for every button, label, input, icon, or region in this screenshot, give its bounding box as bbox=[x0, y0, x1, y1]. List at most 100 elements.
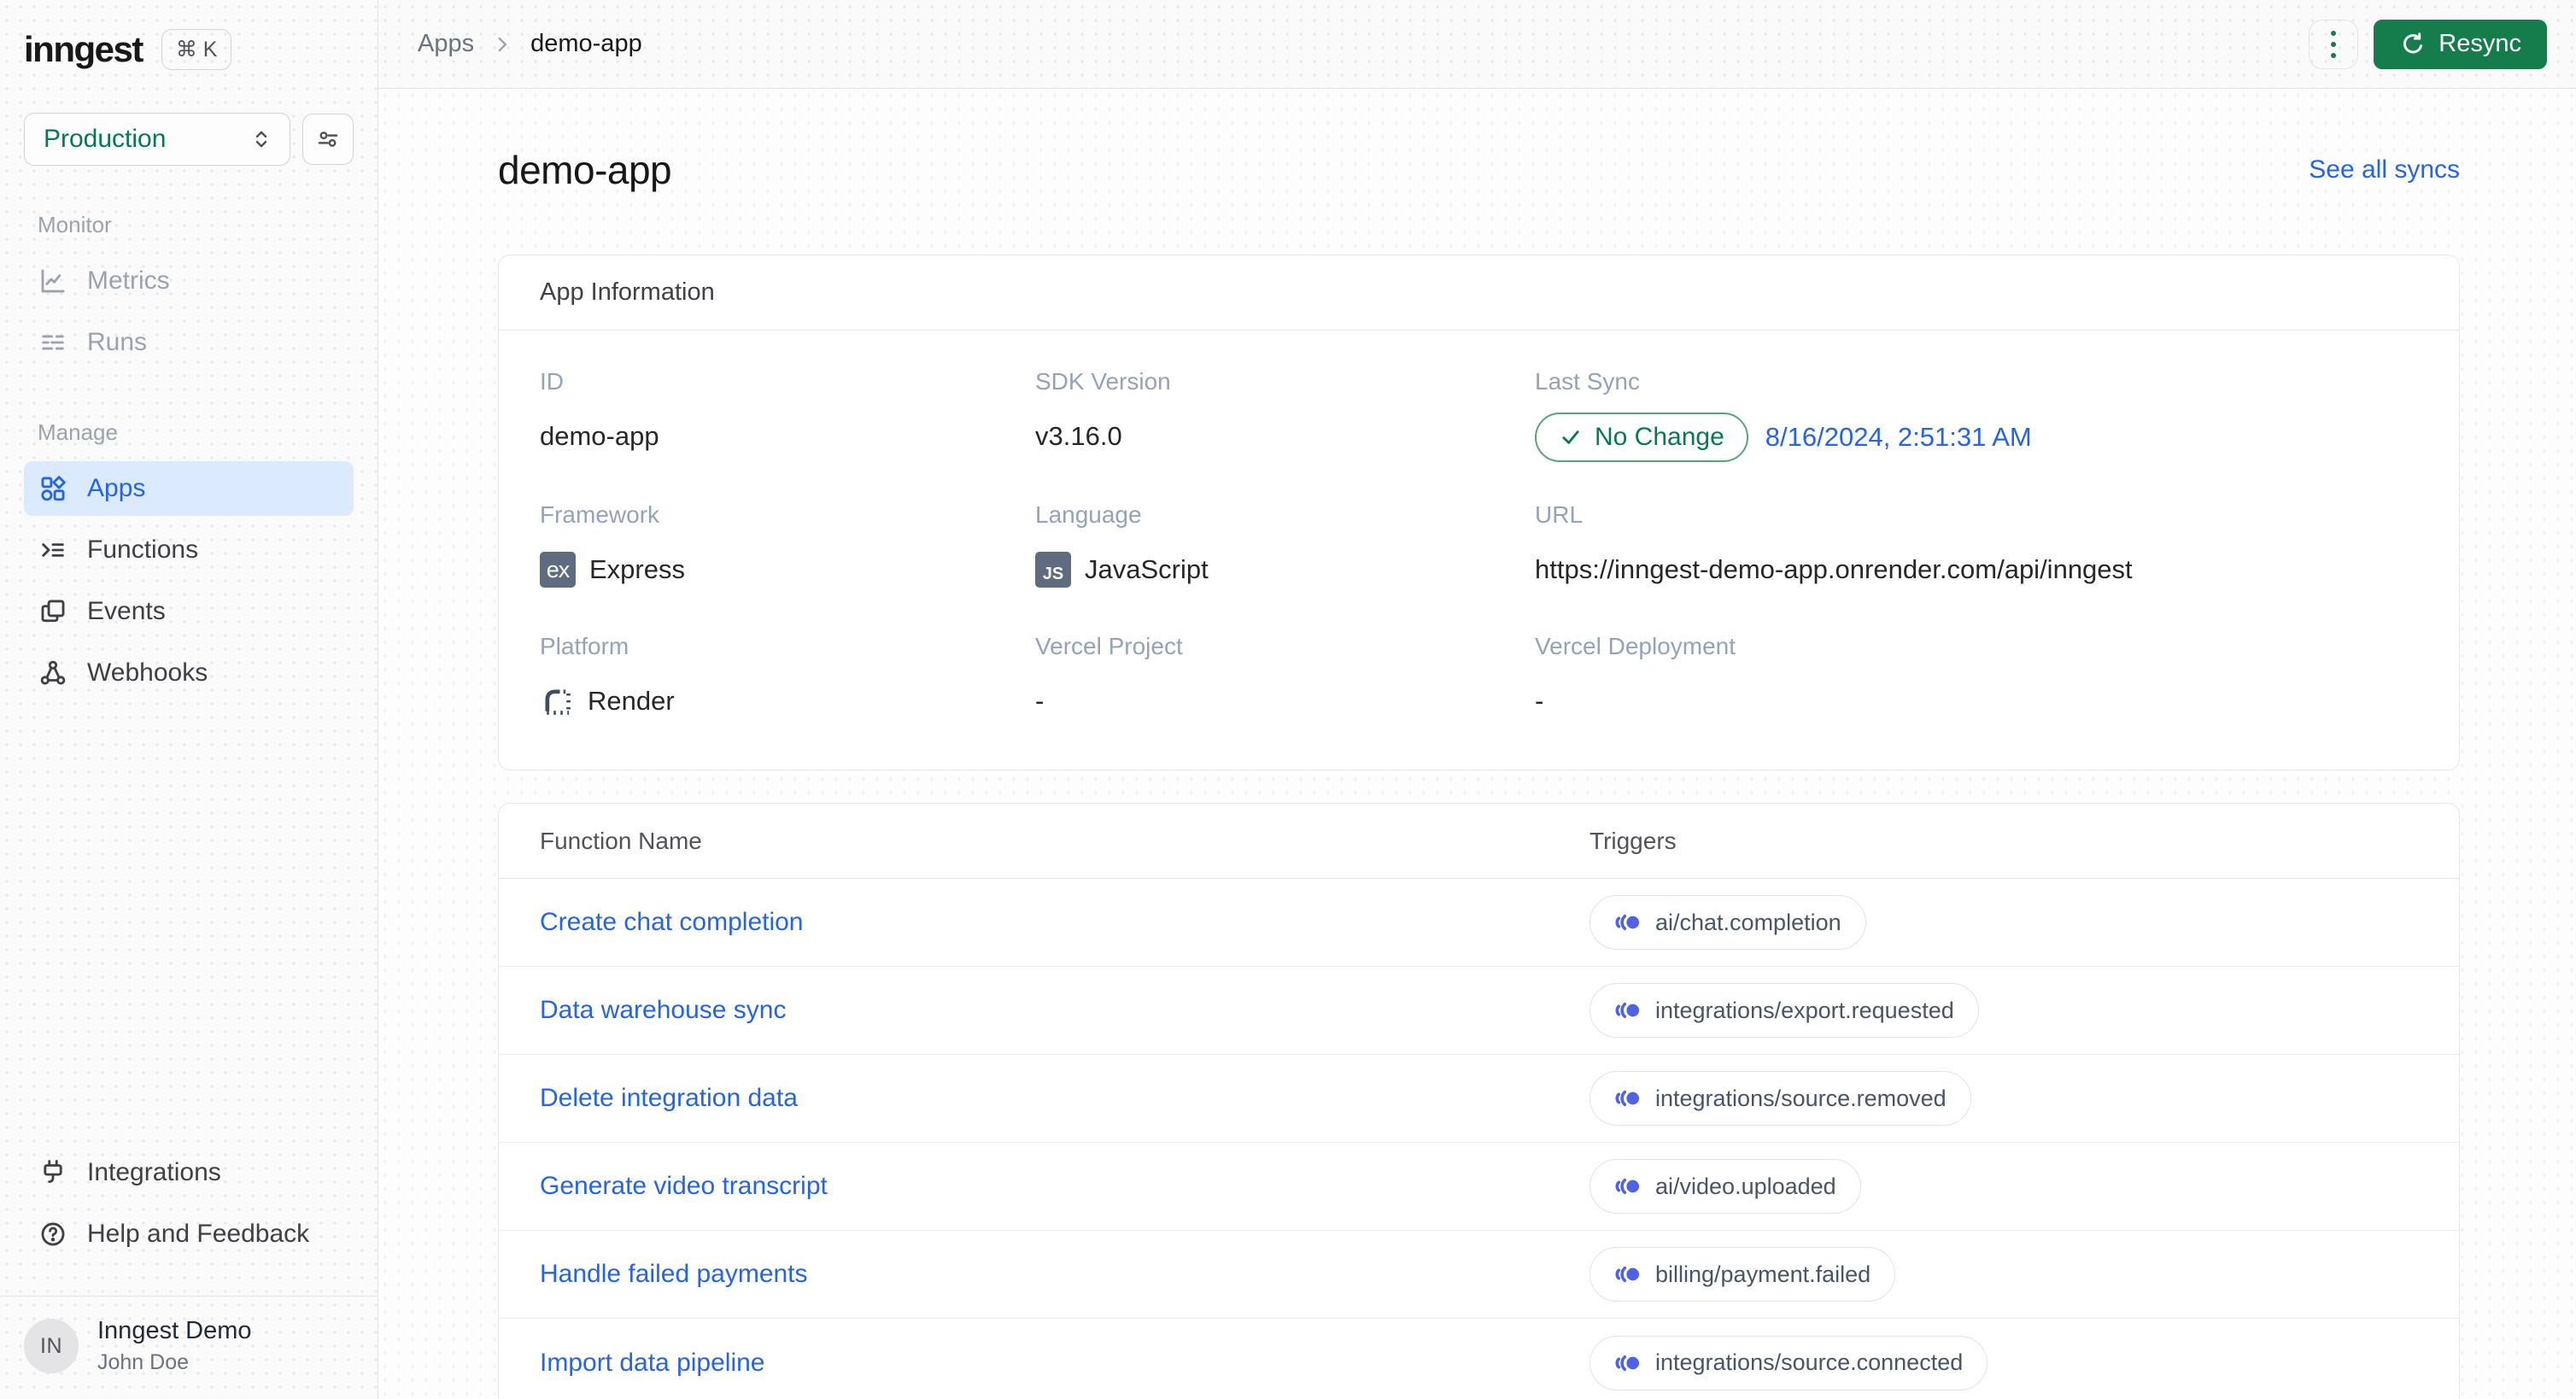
sidebar-item-webhooks[interactable]: Webhooks bbox=[24, 646, 354, 700]
sidebar-item-functions[interactable]: Functions bbox=[24, 523, 354, 577]
sidebar-item-metrics[interactable]: Metrics bbox=[24, 254, 354, 308]
function-name-link[interactable]: Data warehouse sync bbox=[540, 996, 1590, 1025]
inngest-logo[interactable]: inngest bbox=[24, 29, 143, 70]
event-trigger-icon bbox=[1614, 998, 1642, 1022]
apps-grid-icon bbox=[38, 473, 68, 504]
resync-label: Resync bbox=[2438, 30, 2521, 57]
table-row: Handle failed payments billing/payment.f… bbox=[499, 1231, 2459, 1319]
field-sdk-version: SDK Version v3.16.0 bbox=[1035, 368, 1535, 462]
environment-label: Production bbox=[44, 125, 167, 153]
trigger-name: integrations/export.requested bbox=[1655, 997, 1954, 1023]
event-trigger-icon bbox=[1614, 1351, 1642, 1375]
table-row: Data warehouse sync integrations/export.… bbox=[499, 967, 2459, 1055]
trigger-name: ai/video.uploaded bbox=[1655, 1173, 1836, 1199]
field-platform-label: Platform bbox=[540, 633, 629, 659]
field-vercel-project: Vercel Project - bbox=[1035, 633, 1535, 725]
sidebar-top: inngest ⌘ K Production bbox=[0, 0, 378, 166]
page-title: demo-app bbox=[498, 148, 672, 192]
avatar-initials: IN bbox=[40, 1333, 62, 1358]
field-framework-value: Express bbox=[589, 554, 685, 584]
field-sdk-label: SDK Version bbox=[1035, 368, 1171, 395]
sidebar-item-integrations[interactable]: Integrations bbox=[24, 1145, 354, 1200]
field-vercel-deployment-value: - bbox=[1535, 686, 1544, 716]
sidebar: inngest ⌘ K Production Monitor Metrics R… bbox=[0, 0, 378, 1399]
sidebar-item-help[interactable]: Help and Feedback bbox=[24, 1207, 354, 1261]
app-information-card: App Information ID demo-app SDK Version … bbox=[498, 255, 2460, 770]
runs-list-icon bbox=[38, 327, 68, 358]
event-trigger-icon bbox=[1614, 1086, 1642, 1110]
field-id-value: demo-app bbox=[540, 421, 659, 451]
field-url-value: https://inngest-demo-app.onrender.com/ap… bbox=[1535, 554, 2133, 584]
sidebar-item-events[interactable]: Events bbox=[24, 584, 354, 639]
user-name: John Doe bbox=[97, 1350, 190, 1374]
breadcrumb-current: demo-app bbox=[530, 30, 642, 57]
environment-selector[interactable]: Production bbox=[24, 113, 290, 166]
function-name-link[interactable]: Import data pipeline bbox=[540, 1349, 1590, 1378]
javascript-badge-icon: JS bbox=[1035, 552, 1071, 588]
field-platform-value: Render bbox=[588, 686, 675, 716]
field-framework: Framework ex Express bbox=[540, 501, 1035, 594]
trigger-badge: integrations/source.removed bbox=[1590, 1071, 1971, 1126]
plug-icon bbox=[38, 1157, 68, 1188]
field-vercel-project-label: Vercel Project bbox=[1035, 633, 1183, 659]
field-framework-label: Framework bbox=[540, 501, 660, 528]
breadcrumb-apps[interactable]: Apps bbox=[418, 30, 474, 58]
event-trigger-icon bbox=[1614, 1262, 1642, 1286]
sidebar-item-label: Help and Feedback bbox=[87, 1220, 310, 1248]
avatar: IN bbox=[24, 1319, 79, 1373]
sliders-icon bbox=[315, 126, 341, 152]
express-badge-icon: ex bbox=[540, 552, 576, 588]
app-root: inngest ⌘ K Production Monitor Metrics R… bbox=[0, 0, 2576, 1399]
resync-icon bbox=[2399, 31, 2427, 58]
command-k-label: ⌘ K bbox=[175, 38, 218, 61]
functions-table-header: Function Name Triggers bbox=[499, 804, 2459, 879]
trigger-badge: billing/payment.failed bbox=[1590, 1247, 1896, 1302]
no-change-label: No Change bbox=[1595, 423, 1724, 451]
top-bar: Apps demo-app Resync bbox=[378, 0, 2576, 89]
trigger-badge: ai/chat.completion bbox=[1590, 895, 1866, 950]
event-trigger-icon bbox=[1614, 1174, 1642, 1198]
app-actions-menu-button[interactable] bbox=[2309, 19, 2359, 69]
field-vercel-deployment: Vercel Deployment - bbox=[1535, 633, 2418, 725]
resync-button[interactable]: Resync bbox=[2374, 19, 2547, 69]
sidebar-item-label: Runs bbox=[87, 328, 148, 356]
functions-icon bbox=[38, 535, 68, 565]
sidebar-item-label: Functions bbox=[87, 536, 199, 564]
render-platform-icon bbox=[540, 684, 574, 718]
command-k-shortcut[interactable]: ⌘ K bbox=[161, 29, 232, 70]
see-all-syncs-link[interactable]: See all syncs bbox=[2309, 155, 2460, 184]
table-row: Generate video transcript ai/video.uploa… bbox=[499, 1143, 2459, 1231]
right-column: Apps demo-app Resync demo-app See all sy… bbox=[378, 0, 2576, 1399]
field-language-value: JavaScript bbox=[1085, 554, 1209, 584]
function-name-link[interactable]: Delete integration data bbox=[540, 1084, 1590, 1113]
sidebar-item-label: Integrations bbox=[87, 1158, 221, 1186]
function-name-link[interactable]: Handle failed payments bbox=[540, 1260, 1590, 1289]
sidebar-item-apps[interactable]: Apps bbox=[24, 461, 354, 516]
column-triggers: Triggers bbox=[1590, 827, 1677, 854]
environment-settings-button[interactable] bbox=[302, 114, 354, 165]
no-change-status-badge: No Change bbox=[1535, 413, 1748, 462]
column-function-name: Function Name bbox=[540, 827, 702, 854]
sidebar-nav: Monitor Metrics Runs Manage Apps Functio… bbox=[0, 166, 378, 704]
kebab-menu-icon bbox=[2331, 30, 2337, 58]
trigger-name: billing/payment.failed bbox=[1655, 1261, 1871, 1287]
functions-table-body: Create chat completion ai/chat.completio… bbox=[499, 879, 2459, 1399]
field-language-label: Language bbox=[1035, 501, 1142, 528]
trigger-badge: integrations/source.connected bbox=[1590, 1335, 1988, 1390]
sidebar-item-runs[interactable]: Runs bbox=[24, 315, 354, 370]
main-content: demo-app See all syncs App Information I… bbox=[378, 89, 2576, 1399]
function-name-link[interactable]: Generate video transcript bbox=[540, 1172, 1590, 1201]
trigger-name: ai/chat.completion bbox=[1655, 909, 1841, 935]
sidebar-item-label: Metrics bbox=[87, 266, 170, 295]
field-language: Language JS JavaScript bbox=[1035, 501, 1535, 594]
last-sync-timestamp[interactable]: 8/16/2024, 2:51:31 AM bbox=[1765, 422, 2032, 453]
sidebar-item-label: Webhooks bbox=[87, 659, 208, 687]
function-name-link[interactable]: Create chat completion bbox=[540, 908, 1590, 937]
field-vercel-deployment-label: Vercel Deployment bbox=[1535, 633, 1736, 659]
trigger-badge: integrations/export.requested bbox=[1590, 983, 1979, 1038]
user-account-button[interactable]: IN Inngest Demo John Doe bbox=[0, 1296, 378, 1399]
field-last-sync-label: Last Sync bbox=[1535, 368, 1640, 395]
functions-table-card: Function Name Triggers Create chat compl… bbox=[498, 803, 2460, 1399]
field-sdk-value: v3.16.0 bbox=[1035, 421, 1122, 451]
